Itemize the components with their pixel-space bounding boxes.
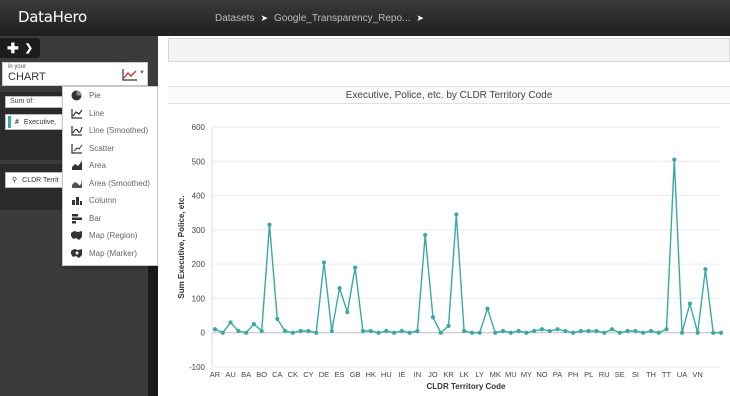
line-chart-icon [122, 69, 137, 81]
field-color-marker [8, 116, 11, 128]
top-bar: DataHero Datasets ➤ Google_Transparency_… [0, 0, 730, 36]
chart-prefix-label: in your [8, 64, 27, 70]
chart-menu-item-scatter[interactable]: Scatter [63, 140, 157, 158]
chart-menu-item-area-smoothed[interactable]: Area (Smoothed) [63, 175, 157, 193]
chart-type-menu: Pie Line Line (Smoothed) Scatter Area Area (S… [62, 86, 158, 266]
chart-menu-item-map-marker[interactable]: Map (Marker) [63, 245, 157, 263]
field-item-territory[interactable]: ⚲ CLDR Territ [5, 172, 67, 188]
area-icon [70, 160, 83, 171]
field-item-executive[interactable]: # Executive, [5, 114, 67, 130]
chart-menu-item-label: Scatter [89, 143, 115, 153]
chevron-right-icon: ❯ [24, 42, 34, 54]
chart-menu-item-label: Column [89, 196, 117, 206]
map-region-icon [70, 230, 83, 241]
bar-icon [70, 213, 83, 224]
chart-type-selector[interactable]: in your CHART ▼ [2, 62, 148, 86]
breadcrumb-datasets[interactable]: Datasets [215, 13, 254, 24]
chart-menu-item-column[interactable]: Column [63, 192, 157, 210]
chart-title-input[interactable] [168, 38, 730, 62]
chevron-down-icon: ▼ [139, 70, 145, 76]
main-area: Executive, Police, etc. by CLDR Territor… [158, 36, 730, 396]
chart-menu-item-label: Line [89, 108, 105, 118]
numeric-field-icon: # [15, 118, 19, 126]
chevron-right-icon: ➤ [260, 13, 269, 23]
app-logo[interactable]: DataHero [18, 8, 87, 26]
pie-icon [70, 90, 83, 101]
chart-menu-item-label: Pie [89, 91, 101, 101]
map-marker-icon [70, 248, 83, 259]
chart-title: Executive, Police, etc. by CLDR Territor… [168, 86, 730, 104]
chart-menu-item-pie[interactable]: Pie [63, 87, 157, 105]
chart-label: CHART [8, 71, 46, 83]
chart-menu-item-label: Map (Region) [89, 231, 138, 241]
line-icon [70, 108, 83, 119]
territory-item-label: CLDR Territ [22, 176, 59, 184]
sum-of-label: Sum of: [5, 96, 65, 108]
chart-menu-item-label: Area [89, 161, 106, 171]
breadcrumb-dataset[interactable]: Google_Transparency_Repo... [274, 13, 410, 24]
column-icon [70, 195, 83, 206]
chart-menu-item-bar[interactable]: Bar [63, 210, 157, 228]
chart-menu-item-label: Line (Smoothed) [89, 126, 149, 136]
area-smoothed-icon [70, 178, 83, 189]
chart-menu-item-line-smoothed[interactable]: Line (Smoothed) [63, 122, 157, 140]
add-button[interactable]: ✚ ❯ [0, 38, 40, 58]
line-smoothed-icon [70, 125, 83, 136]
scatter-icon [70, 143, 83, 154]
chart-menu-item-label: Area (Smoothed) [89, 178, 150, 188]
map-pin-icon: ⚲ [12, 177, 18, 184]
chart-menu-item-label: Bar [89, 213, 102, 223]
chart-menu-item-area[interactable]: Area [63, 157, 157, 175]
chart-menu-item-map-region[interactable]: Map (Region) [63, 227, 157, 245]
breadcrumb: Datasets ➤ Google_Transparency_Repo... ➤ [215, 13, 430, 24]
field-item-label: Executive, [23, 118, 57, 126]
chevron-right-icon: ➤ [416, 13, 424, 23]
chart-menu-item-label: Map (Marker) [89, 248, 138, 258]
plus-icon: ✚ [6, 39, 19, 56]
chart-menu-item-line[interactable]: Line [63, 105, 157, 123]
